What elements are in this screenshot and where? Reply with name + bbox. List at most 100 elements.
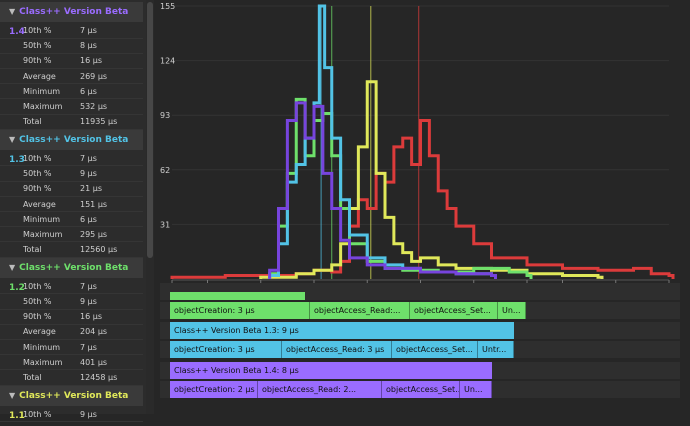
stat-label: 10th % xyxy=(23,26,52,35)
stat-label: Total xyxy=(23,117,42,127)
stat-value: 269 µs xyxy=(80,71,108,81)
stat-value: 9 µs xyxy=(80,169,97,179)
stat-label: Total xyxy=(23,373,42,382)
stat-value: 9 µs xyxy=(80,409,97,419)
stat-value: 16 µs xyxy=(80,312,102,322)
stat-row: Average 204 µs xyxy=(0,324,143,339)
timeline-segment[interactable]: objectCreation: 3 µs xyxy=(170,341,282,358)
stat-value: 12560 µs xyxy=(80,245,118,255)
stat-label: Maximum xyxy=(23,102,63,111)
stat-value: 12458 µs xyxy=(80,373,118,382)
stat-row: Total 11935 µs xyxy=(0,114,143,129)
stat-value: 532 µs xyxy=(80,102,108,111)
y-tick-label: 124 xyxy=(160,57,175,66)
stat-row: Average 269 µs xyxy=(0,69,143,84)
section-header[interactable]: ▼ Class++ Version Beta 1.3 xyxy=(0,129,143,165)
stat-row: 10th % 7 µs xyxy=(0,23,143,38)
timeline-segment[interactable]: objectCreation: 2 µs xyxy=(170,381,258,398)
stat-label: 10th % xyxy=(23,409,52,419)
stat-label: 10th % xyxy=(23,281,52,291)
stat-value: 7 µs xyxy=(80,342,97,352)
stat-row: Average 151 µs xyxy=(0,197,143,212)
stat-row: 50th % 9 µs xyxy=(0,166,143,181)
stat-label: 10th % xyxy=(23,153,52,163)
stat-row: Minimum 7 µs xyxy=(0,340,143,355)
timeline-segment[interactable]: objectCreation: 3 µs xyxy=(170,302,310,319)
stat-row: 90th % 16 µs xyxy=(0,309,143,324)
stat-label: 50th % xyxy=(23,297,52,306)
stat-value: 11935 µs xyxy=(80,117,118,127)
stat-label: 90th % xyxy=(23,312,52,322)
timeline-segment[interactable]: objectAccess_Set... xyxy=(392,341,478,358)
collapse-arrow-icon[interactable]: ▼ xyxy=(9,391,15,400)
stat-row: Total 12560 µs xyxy=(0,242,143,257)
row-divider xyxy=(0,421,143,423)
stat-row: 50th % 8 µs xyxy=(0,38,143,53)
stat-row: 10th % 7 µs xyxy=(0,279,143,294)
collapse-arrow-icon[interactable]: ▼ xyxy=(9,135,15,144)
stat-label: 50th % xyxy=(23,169,52,179)
stat-value: 9 µs xyxy=(80,297,97,306)
stat-value: 6 µs xyxy=(80,214,97,224)
timeline-segment[interactable]: Un... xyxy=(498,302,526,319)
stat-label: Minimum xyxy=(23,214,61,224)
stat-label: 90th % xyxy=(23,184,52,194)
stat-row: Minimum 6 µs xyxy=(0,212,143,227)
timeline-segment[interactable]: objectAccess_Read:... xyxy=(310,302,410,319)
stat-row: 90th % 21 µs xyxy=(0,181,143,196)
timeline-segment[interactable]: objectAccess_Set... xyxy=(382,381,460,398)
collapse-arrow-icon[interactable]: ▼ xyxy=(9,7,15,16)
timeline-segment[interactable]: Un... xyxy=(460,381,492,398)
stat-row: Minimum 6 µs xyxy=(0,84,143,99)
y-tick-label: 31 xyxy=(160,220,170,229)
stat-label: 90th % xyxy=(23,56,52,66)
sidebar-scrollbar-thumb[interactable] xyxy=(147,2,153,258)
timeline-group-header[interactable]: Class++ Version Beta 1.4: 8 µs xyxy=(170,362,492,379)
timeline-group-header[interactable]: Class++ Version Beta 1.3: 9 µs xyxy=(170,322,514,339)
stat-row: 90th % 16 µs xyxy=(0,53,143,68)
timeline-segment[interactable]: objectAccess_Set... xyxy=(410,302,498,319)
stat-value: 7 µs xyxy=(80,153,97,163)
stat-value: 401 µs xyxy=(80,357,108,367)
stat-label: Minimum xyxy=(23,86,61,96)
timeline-row: objectCreation: 3 µs objectAccess_Read: 3… xyxy=(170,341,514,358)
stat-value: 7 µs xyxy=(80,281,97,291)
stat-label: Maximum xyxy=(23,229,63,239)
stat-value: 151 µs xyxy=(80,199,108,209)
stats-sidebar: ▼ Class++ Version Beta 1.4 10th % 7 µs 50th … xyxy=(0,0,154,423)
stat-label: Average xyxy=(23,327,56,337)
timeline-segment[interactable]: objectAccess_Read: 2... xyxy=(258,381,382,398)
stat-label: 50th % xyxy=(23,41,52,51)
section-header[interactable]: ▼ Class++ Version Beta 1.1 xyxy=(0,385,143,421)
timeline-row: objectCreation: 3 µs objectAccess_Read:..… xyxy=(170,302,526,319)
timeline-row: objectCreation: 2 µs objectAccess_Read: 2… xyxy=(170,381,492,398)
stat-row: Maximum 401 µs xyxy=(0,355,143,370)
stat-value: 6 µs xyxy=(80,86,97,96)
section-header[interactable]: ▼ Class++ Version Beta 1.2 xyxy=(0,257,143,293)
y-tick-label: 155 xyxy=(160,2,175,11)
stat-label: Total xyxy=(23,245,42,255)
stat-label: Minimum xyxy=(23,342,61,352)
section-header[interactable]: ▼ Class++ Version Beta 1.4 xyxy=(0,2,143,37)
stat-label: Maximum xyxy=(23,357,63,367)
y-tick-label: 93 xyxy=(160,111,170,120)
stat-row: 10th % 9 µs xyxy=(0,407,143,422)
y-tick-label: 62 xyxy=(160,166,170,175)
stat-row: 10th % 7 µs xyxy=(0,151,143,166)
collapse-arrow-icon[interactable]: ▼ xyxy=(9,263,15,272)
stat-row: Maximum 532 µs xyxy=(0,99,143,114)
stat-label: Average xyxy=(23,71,56,81)
stat-value: 295 µs xyxy=(80,229,108,239)
timeline-overflow-bar[interactable] xyxy=(170,292,305,300)
stat-value: 16 µs xyxy=(80,56,102,66)
timeline-segment[interactable]: objectAccess_Read: 3 µs xyxy=(282,341,392,358)
stat-value: 204 µs xyxy=(80,327,108,337)
timeline-segment[interactable]: Untr... xyxy=(478,341,514,358)
stat-value: 21 µs xyxy=(80,184,102,194)
stat-value: 7 µs xyxy=(80,26,97,35)
stat-row: Maximum 295 µs xyxy=(0,227,143,242)
histogram-chart: 3162931241550 µs2 µs5 µs8 µs11 µs14 µs17… xyxy=(154,0,690,296)
stat-value: 8 µs xyxy=(80,41,97,51)
stat-row: Total 12458 µs xyxy=(0,370,143,385)
stat-row: 50th % 9 µs xyxy=(0,294,143,309)
